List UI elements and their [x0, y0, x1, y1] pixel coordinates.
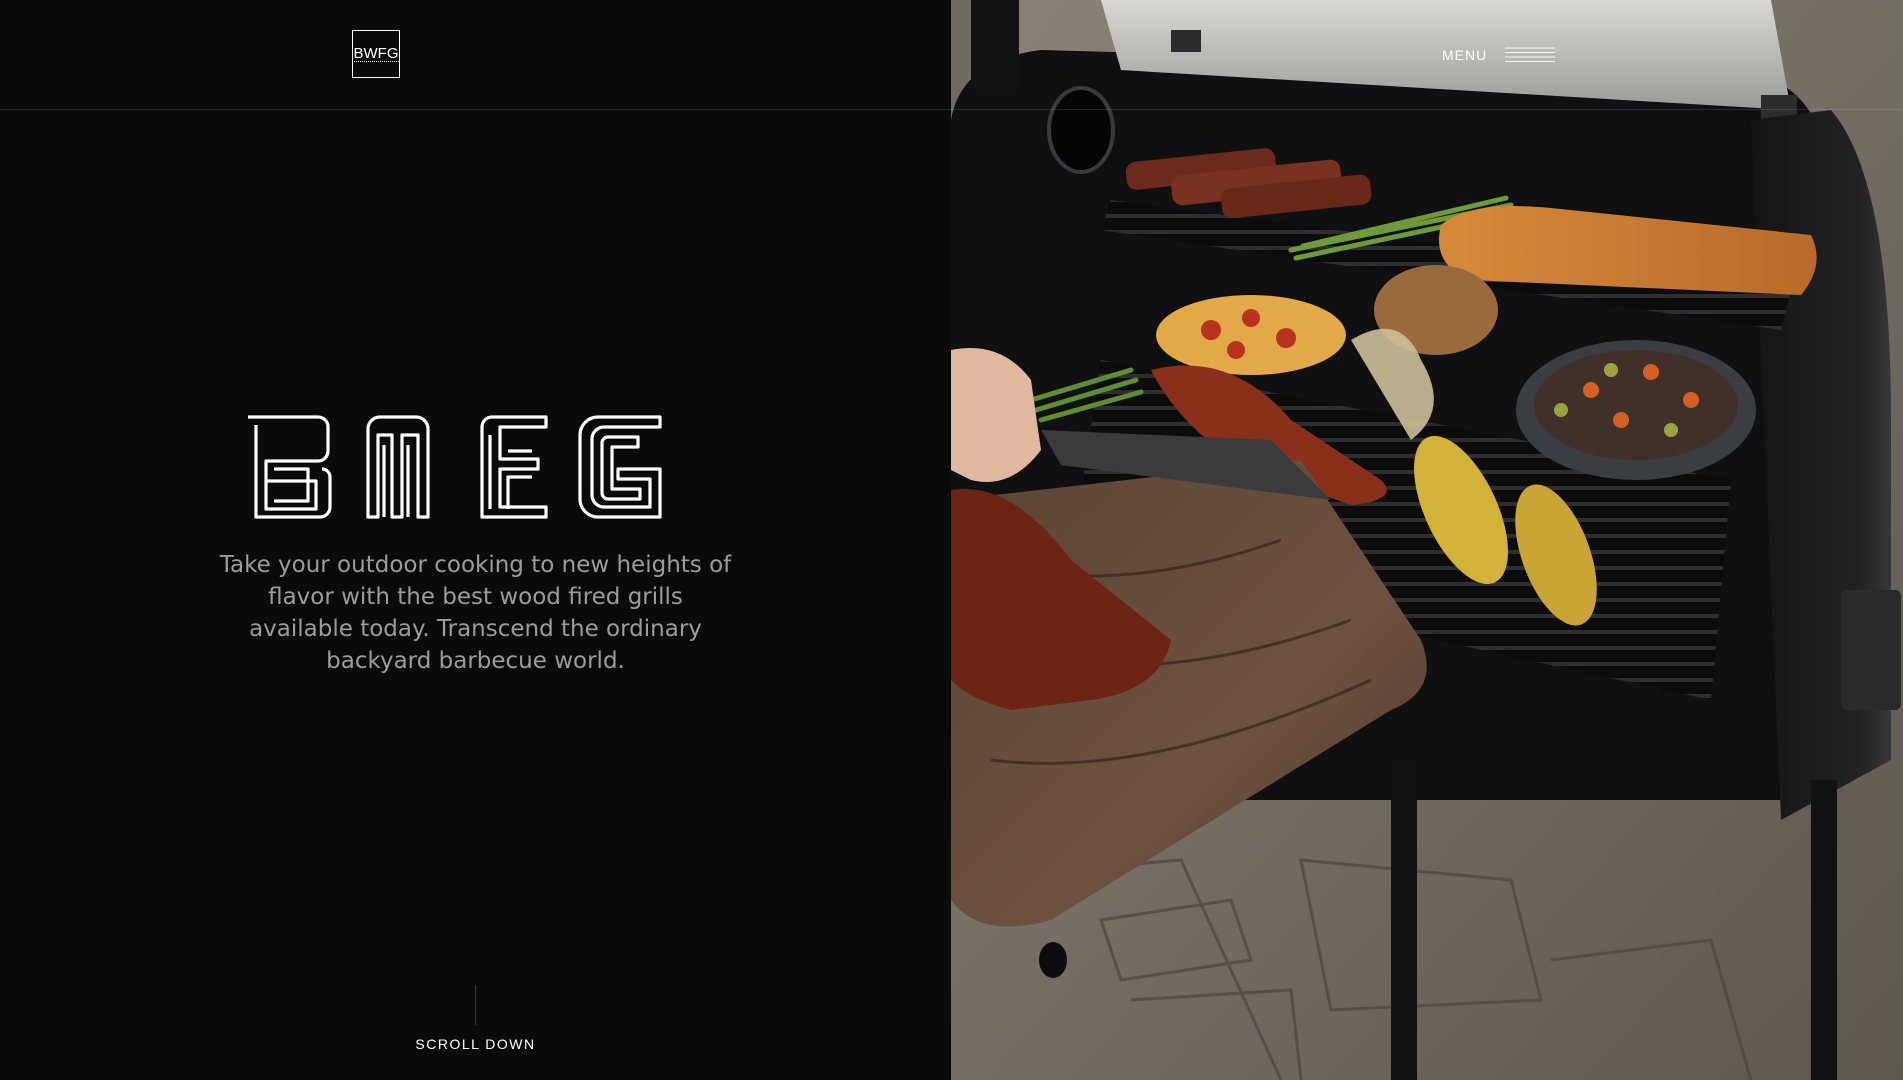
hero-content: Take your outdoor cooking to new heights… — [0, 415, 951, 700]
hamburger-icon — [1505, 47, 1556, 62]
header-divider — [0, 109, 1903, 110]
logo-link[interactable]: BWFG — [352, 30, 400, 78]
scroll-indicator-line — [475, 985, 476, 1025]
hero-tagline: Take your outdoor cooking to new heights… — [219, 552, 732, 674]
hero-left-panel: BWFG Take your outdoor cooking to new he… — [0, 0, 951, 1080]
grill-photo — [951, 0, 1903, 1080]
hero-image-panel — [951, 0, 1903, 1080]
menu-label: MENU — [1442, 47, 1488, 63]
logo-text: BWFG — [353, 45, 399, 62]
scroll-down-link[interactable]: SCROLL DOWN — [0, 1036, 951, 1052]
menu-button[interactable]: MENU — [1442, 44, 1556, 66]
brand-wordmark — [247, 415, 662, 519]
